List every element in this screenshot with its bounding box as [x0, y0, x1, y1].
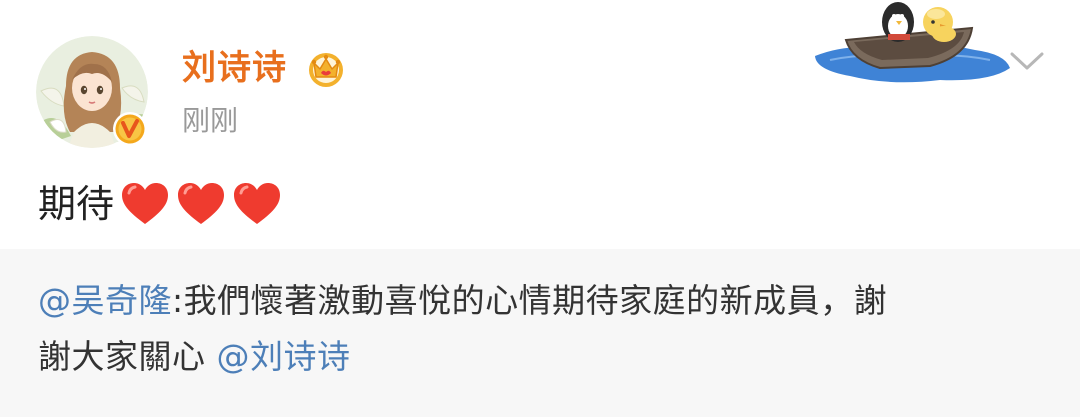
- heart-icon: [178, 183, 225, 224]
- author-mention[interactable]: @吴奇隆: [38, 281, 172, 320]
- retweet-block[interactable]: @吴奇隆:我們懷著激動喜悅的心情期待家庭的新成員，謝 謝大家關心 @刘诗诗: [0, 249, 1080, 417]
- crown-icon[interactable]: [305, 47, 347, 89]
- post-content: 期待: [38, 176, 282, 232]
- retweet-text: @吴奇隆:我們懷著激動喜悅的心情期待家庭的新成員，謝 謝大家關心 @刘诗诗: [38, 273, 1048, 385]
- retweet-content-line2: 謝大家關心: [38, 337, 217, 376]
- retweet-content-line1: :我們懷著激動喜悅的心情期待家庭的新成員，謝: [172, 281, 888, 320]
- heart-icon: [122, 183, 169, 224]
- verified-badge-icon: [113, 112, 147, 146]
- chevron-down-icon[interactable]: [1006, 46, 1048, 76]
- timestamp: 刚刚: [182, 104, 239, 137]
- username[interactable]: 刘诗诗: [182, 46, 287, 90]
- post-text: 期待: [38, 182, 115, 226]
- heart-icon: [234, 183, 281, 224]
- boat-decoration: [815, 2, 1010, 83]
- avatar-wrapper[interactable]: [36, 36, 148, 148]
- tail-mention[interactable]: @刘诗诗: [217, 337, 351, 376]
- weibo-post-card: 刘诗诗 刚刚 期待 @吴奇隆:我們懷著激動喜悅的心情期待家庭的新成員，謝 謝大家…: [0, 0, 1080, 417]
